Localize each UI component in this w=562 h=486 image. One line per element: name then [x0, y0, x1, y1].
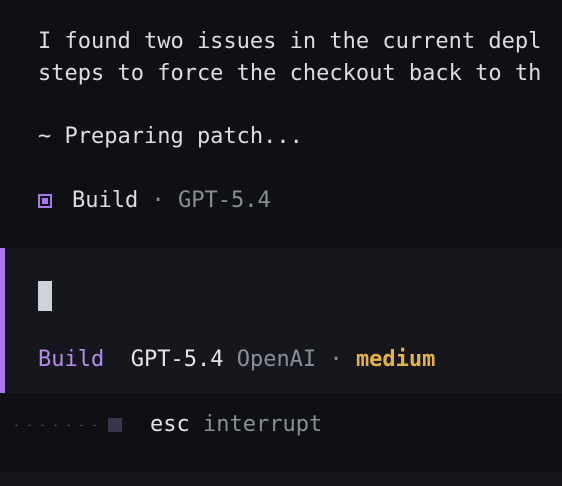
progress-dots-icon	[10, 424, 102, 426]
stop-square-icon	[108, 418, 122, 432]
agent-square-icon	[38, 194, 52, 208]
prompt-input-panel[interactable]: Build GPT-5.4 OpenAI · medium	[0, 248, 562, 393]
agent-model-label: GPT-5.4	[177, 188, 271, 213]
agent-mode-label: Build	[72, 188, 139, 213]
footer-bar: esc interrupt	[0, 410, 562, 440]
input-separator: ·	[329, 347, 343, 372]
esc-key-label: esc	[150, 412, 190, 437]
interrupt-label: interrupt	[203, 412, 323, 437]
message-line-2: steps to force the checkout back to th	[38, 61, 542, 86]
input-accent-bar	[0, 248, 5, 393]
interrupt-hint[interactable]: esc interrupt	[150, 410, 322, 440]
provider-label: OpenAI	[236, 347, 317, 372]
effort-selector[interactable]: medium	[356, 347, 435, 372]
input-mode-row: Build GPT-5.4 OpenAI · medium	[38, 345, 435, 375]
status-text: ~ Preparing patch...	[38, 124, 303, 149]
model-selector[interactable]: GPT-5.4	[131, 347, 224, 372]
agent-info-row: Build · GPT-5.4	[38, 186, 271, 216]
mode-selector[interactable]: Build	[38, 347, 104, 372]
message-line-1: I found two issues in the current depl	[38, 29, 542, 54]
text-cursor[interactable]	[38, 281, 52, 311]
bottom-panel-edge	[0, 472, 562, 486]
agent-separator: ·	[151, 188, 165, 213]
